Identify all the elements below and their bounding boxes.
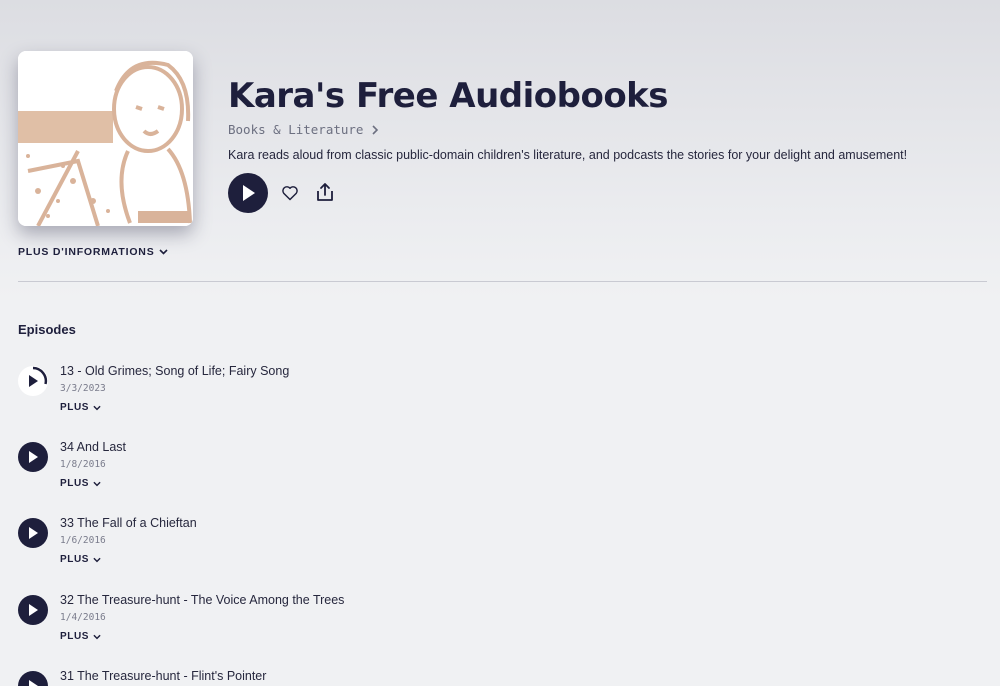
episode-item: 31 The Treasure-hunt - Flint's Pointer [18,669,978,686]
episode-more-label: PLUS [60,402,90,413]
play-icon [29,527,38,539]
episode-date: 1/6/2016 [60,535,106,546]
episode-date: 3/3/2023 [60,383,106,394]
episode-title[interactable]: 13 - Old Grimes; Song of Life; Fairy Son… [60,364,289,378]
episode-more-toggle[interactable]: PLUS [60,554,101,565]
podcast-title: Kara's Free Audiobooks [228,76,669,116]
heart-icon [282,186,298,201]
share-button[interactable] [313,180,337,204]
play-icon [29,451,38,463]
episode-title[interactable]: 33 The Fall of a Chieftan [60,516,197,530]
episode-more-toggle[interactable]: PLUS [60,402,101,413]
episode-item: 32 The Treasure-hunt - The Voice Among t… [18,593,978,663]
favorite-button[interactable] [278,181,302,205]
category-link[interactable]: Books & Literature [228,122,379,137]
episode-more-label: PLUS [60,478,90,489]
podcast-cover-art [18,51,193,226]
episode-more-toggle[interactable]: PLUS [60,631,101,642]
episode-date: 1/4/2016 [60,612,106,623]
play-icon [29,604,38,616]
chevron-down-icon [93,481,101,486]
episode-date: 1/8/2016 [60,459,106,470]
chevron-down-icon [158,249,168,255]
category-label: Books & Literature [228,122,364,137]
section-divider [18,281,987,282]
episode-play-button[interactable] [18,518,48,548]
play-icon [29,680,38,686]
chevron-down-icon [93,405,101,410]
episode-title[interactable]: 34 And Last [60,440,126,454]
play-icon [243,185,255,201]
episode-item: 34 And Last 1/8/2016 PLUS [18,440,978,510]
episode-play-button[interactable] [18,595,48,625]
chevron-right-icon [372,124,379,135]
episodes-heading: Episodes [18,322,76,337]
cover-illustration [18,51,193,226]
chevron-down-icon [93,634,101,639]
episode-item: 33 The Fall of a Chieftan 1/6/2016 PLUS [18,516,978,586]
episode-more-label: PLUS [60,554,90,565]
episode-play-button[interactable] [18,671,48,686]
podcast-description: Kara reads aloud from classic public-dom… [228,148,908,162]
episode-more-label: PLUS [60,631,90,642]
play-podcast-button[interactable] [228,173,268,213]
episode-title[interactable]: 32 The Treasure-hunt - The Voice Among t… [60,593,344,607]
episode-more-toggle[interactable]: PLUS [60,478,101,489]
play-icon [29,375,38,387]
share-icon [317,183,333,201]
episode-title[interactable]: 31 The Treasure-hunt - Flint's Pointer [60,669,266,683]
episode-play-button[interactable] [18,442,48,472]
chevron-down-icon [93,557,101,562]
episode-item: 13 - Old Grimes; Song of Life; Fairy Son… [18,364,978,434]
more-info-label: PLUS D'INFORMATIONS [18,246,155,258]
more-info-toggle[interactable]: PLUS D'INFORMATIONS [18,246,168,258]
episode-play-button[interactable] [18,366,48,396]
